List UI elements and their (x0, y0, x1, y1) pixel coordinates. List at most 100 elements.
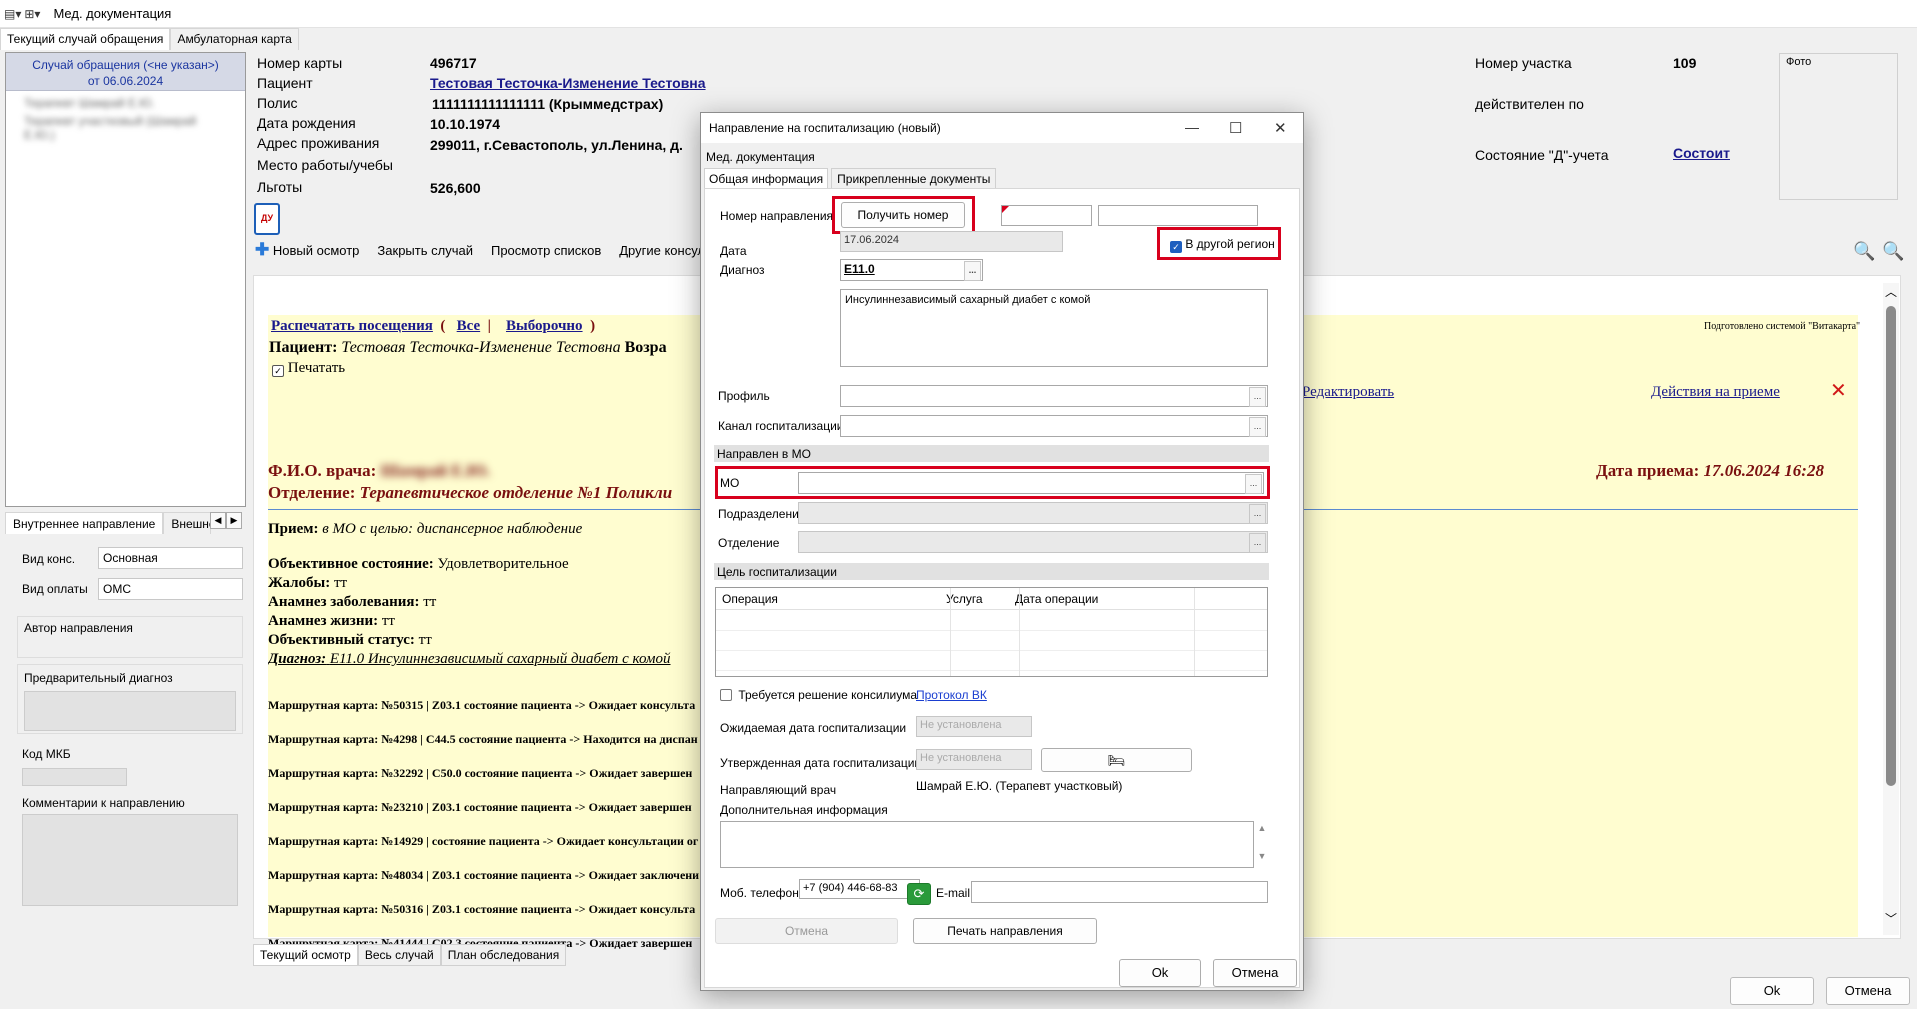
new-exam-button[interactable]: ✚ Новый осмотр (255, 241, 359, 263)
col-operation[interactable]: Операция (722, 592, 778, 606)
zoom-in-icon[interactable]: 🔍 (1853, 241, 1875, 262)
channel-field[interactable]: ... (840, 415, 1268, 437)
number-extra-field[interactable] (1098, 205, 1258, 226)
du-clipboard-icon[interactable]: ДУ (254, 203, 280, 235)
scroll-up-icon[interactable]: ︿ (1883, 283, 1899, 300)
protocol-vk-link[interactable]: Протокол ВК (916, 688, 987, 702)
main-cancel-button[interactable]: Отмена (1826, 977, 1910, 1005)
approved-date-field[interactable]: Не установлена (916, 749, 1032, 770)
visit-date-label: Дата приема: (1596, 461, 1700, 480)
route-card-item[interactable]: Маршрутная карта: №32292 | C50.0 состоян… (268, 756, 700, 790)
other-consult-button[interactable]: Другие консуль (619, 243, 712, 263)
benefits-label: Льготы (257, 179, 303, 195)
grid-icon[interactable]: ⊞▾ (24, 7, 40, 21)
scroll-left-icon[interactable]: ◀ (210, 512, 226, 529)
tab-general-info[interactable]: Общая информация (704, 168, 829, 188)
profile-field[interactable]: ... (840, 385, 1268, 407)
prelim-diagnosis-field[interactable] (24, 691, 236, 731)
council-check[interactable] (720, 689, 732, 701)
patient-name-link[interactable]: Тестовая Тесточка-Изменение Тестовна (430, 75, 706, 91)
complaints-label: Жалобы: (268, 575, 331, 591)
close-icon[interactable]: ✕ (1830, 378, 1847, 403)
dialog-title: Направление на госпитализацию (новый) (709, 121, 941, 135)
route-card-item[interactable]: Маршрутная карта: №48034 | Z03.1 состоян… (268, 858, 700, 892)
diagnosis-code-field[interactable]: E11.0 ... (840, 259, 983, 281)
maximize-icon[interactable]: ☐ (1229, 119, 1242, 137)
vid-kons-field[interactable]: Основная (98, 547, 243, 569)
additional-scrollbar[interactable]: ▲ ▼ (1256, 821, 1268, 868)
goal-table[interactable]: Операция Услуга Дата операции (715, 587, 1268, 677)
document-scrollbar[interactable]: ︿ ﹀ (1883, 283, 1899, 935)
route-card-item[interactable]: Маршрутная карта: №4298 | C44.5 состояни… (268, 722, 700, 756)
tab-exam-plan[interactable]: План обследования (440, 944, 567, 966)
close-dialog-icon[interactable]: ✕ (1274, 119, 1287, 137)
other-region-check[interactable]: ✓ (1170, 241, 1182, 253)
print-checkbox[interactable]: ✓ (272, 365, 284, 377)
case-item-title: Случай обращения (<не указан>) (32, 58, 219, 72)
print-visits-link[interactable]: Распечатать посещения (271, 318, 433, 334)
close-case-button[interactable]: Закрыть случай (377, 243, 473, 263)
vid-oplaty-field[interactable]: ОМС (98, 578, 243, 600)
col-op-date[interactable]: Дата операции (1015, 592, 1098, 606)
col-line (950, 588, 951, 676)
document-settings-icon[interactable]: ▤▾ (4, 7, 21, 21)
print-checkbox-row[interactable]: ✓ Печатать (272, 360, 345, 377)
route-card-item[interactable]: Маршрутная карта: №50315 | Z03.1 состоян… (268, 688, 700, 722)
dialog-menu[interactable]: Мед. документация (706, 150, 815, 164)
scroll-down-icon[interactable]: ﹀ (1885, 910, 1897, 927)
case-subitem-blurred[interactable]: Терапевт участковый (Шамрай Е.Ю.) (6, 112, 245, 144)
mkb-field[interactable] (22, 768, 127, 786)
date-field[interactable]: 17.06.2024 (840, 231, 1063, 252)
dialog-ok-button[interactable]: Ok (1119, 959, 1201, 987)
scroll-thumb[interactable] (1886, 306, 1896, 786)
subdivision-field[interactable]: ... (798, 502, 1268, 524)
comment-field[interactable] (22, 814, 238, 906)
council-checkbox[interactable]: Требуется решение консилиума (720, 688, 917, 702)
print-referral-button[interactable]: Печать направления (913, 918, 1097, 944)
route-card-item[interactable]: Маршрутная карта: №23210 | Z03.1 состоян… (268, 790, 700, 824)
diagnosis-text-field[interactable]: Инсулиннезависимый сахарный диабет с ком… (840, 289, 1268, 367)
department-browse-button[interactable]: ... (1249, 533, 1266, 553)
channel-label: Канал госпитализации (718, 419, 844, 433)
col-service[interactable]: Услуга (946, 592, 983, 606)
profile-browse-button[interactable]: ... (1249, 387, 1266, 407)
channel-browse-button[interactable]: ... (1249, 417, 1266, 437)
expected-date-field[interactable]: Не установлена (916, 716, 1032, 737)
case-item-selected[interactable]: Случай обращения (<не указан>) от 06.06.… (6, 53, 245, 91)
phone-field[interactable]: +7 (904) 446-68-83 (799, 879, 920, 899)
objective-label: Объективное состояние: (268, 556, 434, 572)
inner-cancel-button[interactable]: Отмена (715, 918, 898, 944)
tab-internal-referral[interactable]: Внутреннее направление (5, 512, 164, 534)
email-field[interactable] (971, 881, 1268, 903)
additional-field[interactable] (720, 821, 1254, 868)
other-region-checkbox[interactable]: ✓ В другой регион (1170, 237, 1275, 253)
objstatus-value: тт (418, 632, 432, 648)
tab-attached-docs[interactable]: Прикрепленные документы (831, 168, 997, 188)
tab-current-case[interactable]: Текущий случай обращения (0, 28, 171, 50)
zoom-out-icon[interactable]: 🔍 (1882, 241, 1904, 262)
route-card-item[interactable]: Маршрутная карта: №14929 | состояние пац… (268, 824, 700, 858)
diagnosis-browse-button[interactable]: ... (964, 261, 981, 281)
refresh-icon[interactable]: ⟳ (907, 883, 931, 905)
route-card-item[interactable]: Маршрутная карта: №50316 | Z03.1 состоян… (268, 892, 700, 926)
actions-link[interactable]: Действия на приеме (1651, 384, 1780, 401)
all-link[interactable]: Все (457, 318, 481, 334)
main-ok-button[interactable]: Ok (1730, 977, 1814, 1005)
selective-link[interactable]: Выборочно (506, 318, 583, 334)
dialog-cancel-button[interactable]: Отмена (1213, 959, 1297, 987)
case-subitem-blurred[interactable]: Терапевт Шамрай Е.Ю. (6, 94, 245, 112)
subdivision-browse-button[interactable]: ... (1249, 504, 1266, 524)
scroll-right-icon[interactable]: ▶ (226, 512, 242, 529)
number-field[interactable] (1001, 205, 1092, 226)
tab-outpatient-card[interactable]: Амбулаторная карта (170, 28, 299, 50)
case-item-date: от 06.06.2024 (87, 74, 164, 88)
department-field[interactable]: ... (798, 531, 1268, 553)
minimize-icon[interactable]: — (1185, 119, 1199, 135)
d-status-link[interactable]: Состоит (1673, 145, 1730, 161)
tab-current-exam[interactable]: Текущий осмотр (253, 944, 358, 966)
tab-external-referral[interactable]: Внешне (163, 512, 212, 534)
view-lists-button[interactable]: Просмотр списков (491, 243, 601, 263)
hospital-bed-button[interactable]: 🛏 (1041, 748, 1192, 772)
edit-link[interactable]: Редактировать (1302, 384, 1394, 401)
tab-whole-case[interactable]: Весь случай (357, 944, 441, 966)
